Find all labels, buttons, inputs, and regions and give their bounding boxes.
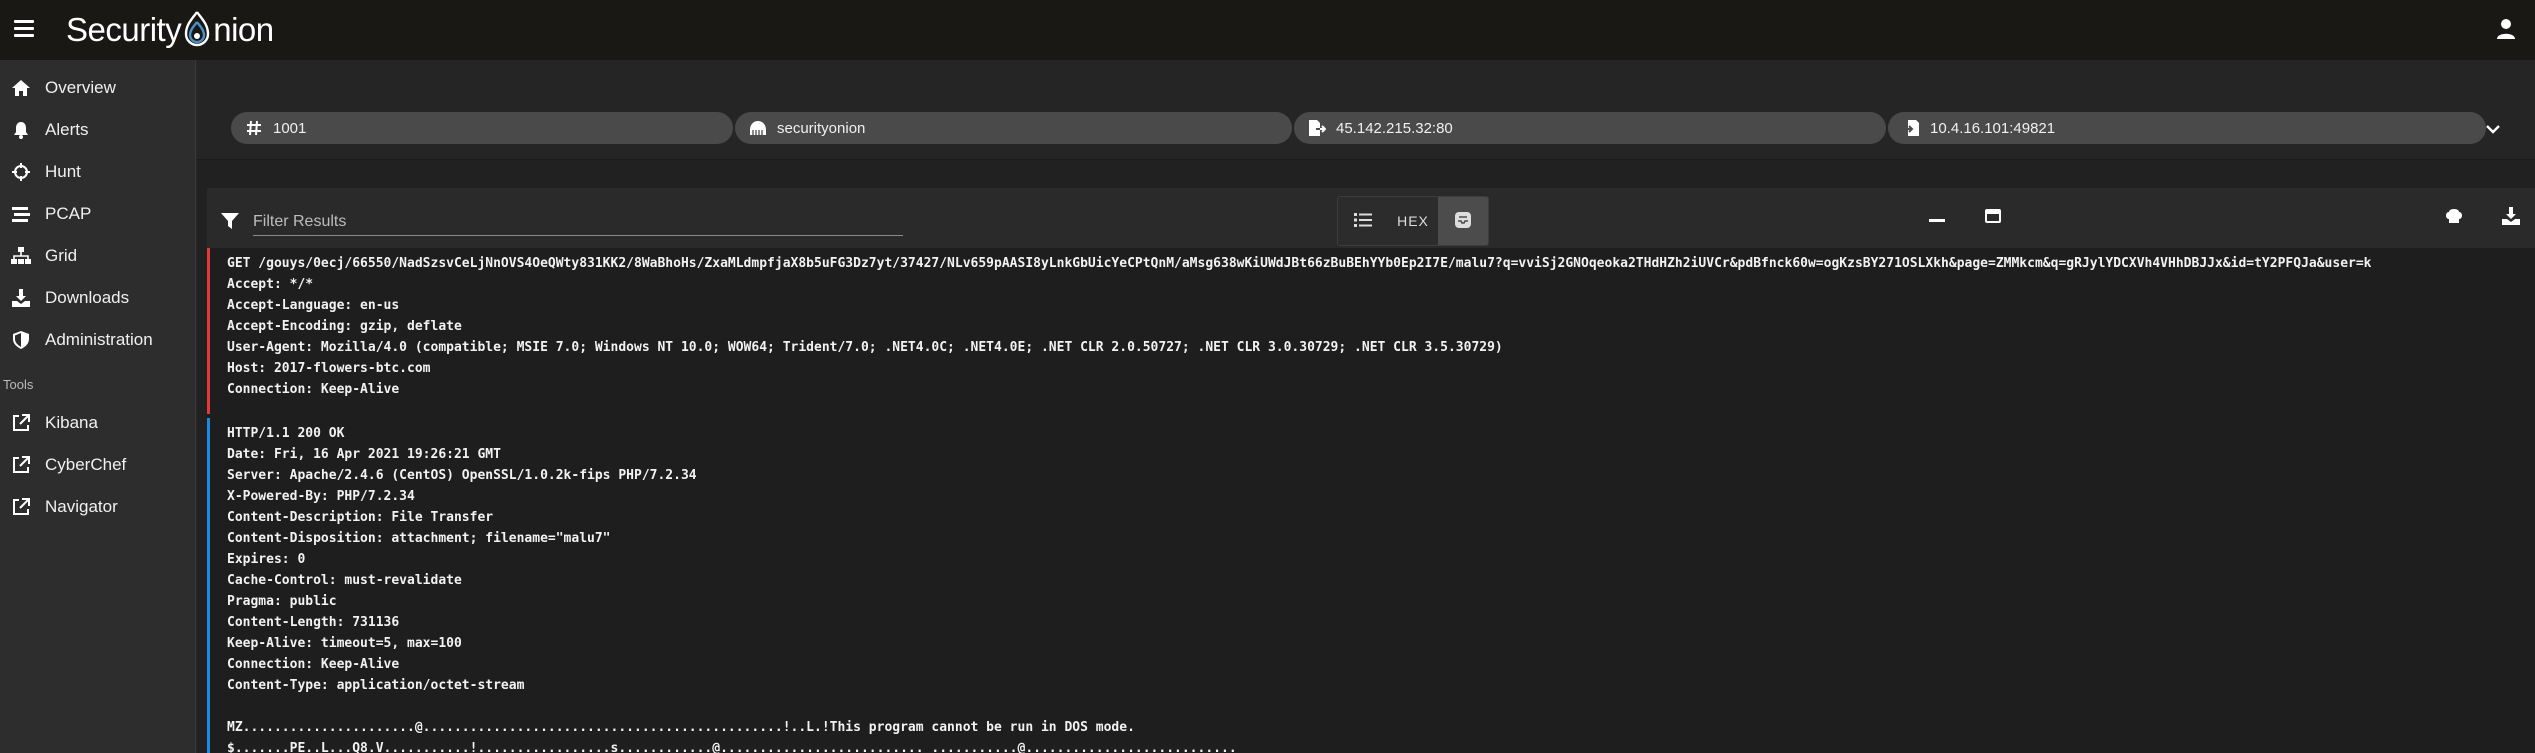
external-link-icon	[10, 454, 32, 476]
pcap-toolbar: HEX	[207, 188, 2535, 248]
sidebar-item-navigator[interactable]: Navigator	[0, 486, 195, 528]
server-stream-line	[227, 696, 1237, 717]
job-header: 1001 securityonion 45.142.215.32:80 10.4…	[197, 60, 2535, 160]
logo-text-onion: nion	[213, 11, 274, 48]
client-stream-block: GET /gouys/0ecj/66550/NadSzsvCeLjNnOVS4O…	[207, 248, 2372, 414]
job-id-chip[interactable]: 1001	[231, 112, 733, 144]
hex-view-button[interactable]: HEX	[1388, 197, 1438, 245]
client-stream-line: User-Agent: Mozilla/4.0 (compatible; MSI…	[227, 340, 1503, 355]
chevron-down-icon[interactable]	[2484, 120, 2502, 138]
download-pcap-button[interactable]	[2497, 204, 2525, 232]
filter-icon	[221, 212, 239, 230]
job-id-value: 1001	[273, 119, 307, 137]
chef-hat-icon	[2445, 207, 2463, 230]
sidebar-item-alerts[interactable]: Alerts	[0, 109, 195, 151]
server-stream-line: Expires: 0	[227, 552, 306, 567]
client-stream-line: Host: 2017-flowers-btc.com	[227, 361, 431, 376]
server-stream-block: HTTP/1.1 200 OK Date: Fri, 16 Apr 2021 19…	[207, 418, 1237, 753]
sidebar-item-cyberchef[interactable]: CyberChef	[0, 444, 195, 486]
sidebar-item-hunt[interactable]: Hunt	[0, 151, 195, 193]
sidebar-item-label: Hunt	[45, 162, 81, 181]
expand-button[interactable]	[1979, 204, 2007, 232]
sidebar: Overview Alerts Hunt PCAP Grid Downloads	[0, 60, 196, 753]
server-stream-line: Connection: Keep-Alive	[227, 657, 400, 672]
home-icon	[10, 77, 32, 99]
window-minimize-icon	[1928, 207, 1946, 230]
inbox-icon	[1454, 211, 1472, 232]
client-stream-line: Accept-Language: en-us	[227, 298, 400, 313]
menu-icon[interactable]	[14, 20, 34, 38]
download-icon	[2502, 206, 2520, 230]
collapse-button[interactable]	[1923, 204, 1951, 232]
app-bar: Security nion	[0, 0, 2535, 60]
cyberchef-button[interactable]	[2440, 204, 2468, 232]
sidebar-item-kibana[interactable]: Kibana	[0, 402, 195, 444]
sensor-chip[interactable]: securityonion	[735, 112, 1292, 144]
sidebar-item-downloads[interactable]: Downloads	[0, 277, 195, 319]
sidebar-item-overview[interactable]: Overview	[0, 67, 195, 109]
server-stream-line: Keep-Alive: timeout=5, max=100	[227, 636, 462, 651]
sidebar-item-administration[interactable]: Administration	[0, 319, 195, 361]
server-stream-line: Server: Apache/2.4.6 (CentOS) OpenSSL/1.…	[227, 468, 697, 483]
main-content: 1001 securityonion 45.142.215.32:80 10.4…	[197, 60, 2535, 753]
sidebar-item-pcap[interactable]: PCAP	[0, 193, 195, 235]
sidebar-item-label: CyberChef	[45, 455, 127, 474]
server-stream-line: $.......PE..L...Q8.V...........!........…	[227, 741, 1237, 753]
sidebar-item-label: Downloads	[45, 288, 130, 307]
list-icon	[1354, 212, 1372, 230]
server-stream-line: HTTP/1.1 200 OK	[227, 426, 345, 441]
destination-value: 10.4.16.101:49821	[1930, 119, 2056, 137]
source-value: 45.142.215.32:80	[1336, 119, 1453, 137]
server-stream-line: Content-Length: 731136	[227, 615, 400, 630]
onion-logo-icon	[182, 8, 212, 52]
client-stream-line: Accept: */*	[227, 277, 314, 292]
external-link-icon	[10, 496, 32, 518]
source-chip[interactable]: 45.142.215.32:80	[1294, 112, 1886, 144]
view-mode-group: HEX	[1337, 196, 1489, 246]
server-stream-line: MZ......................@...............…	[227, 720, 1135, 735]
account-icon[interactable]	[2495, 18, 2517, 40]
tools-subheader: Tools	[3, 377, 34, 392]
client-stream-line: GET /gouys/0ecj/66550/NadSzsvCeLjNnOVS4O…	[227, 256, 2372, 271]
bell-icon	[10, 119, 32, 141]
crosshairs-icon	[10, 161, 32, 183]
sidebar-item-label: Kibana	[45, 413, 98, 432]
hashtag-icon	[245, 119, 263, 137]
sensor-value: securityonion	[777, 119, 866, 137]
sidebar-item-label: PCAP	[45, 204, 92, 223]
sitemap-icon	[10, 245, 32, 267]
shield-icon	[10, 329, 32, 351]
destination-chip[interactable]: 10.4.16.101:49821	[1888, 112, 2486, 144]
client-stream-line: Accept-Encoding: gzip, deflate	[227, 319, 462, 334]
sidebar-item-label: Navigator	[45, 497, 118, 516]
stream-icon	[10, 203, 32, 225]
sidebar-item-grid[interactable]: Grid	[0, 235, 195, 277]
sidebar-item-label: Grid	[45, 246, 78, 265]
server-stream-line: Content-Disposition: attachment; filenam…	[227, 531, 611, 546]
stream-transcript: GET /gouys/0ecj/66550/NadSzsvCeLjNnOVS4O…	[207, 248, 2535, 753]
file-import-icon	[1902, 119, 1920, 137]
pcap-panel: HEX	[207, 188, 2535, 753]
download-icon	[10, 287, 32, 309]
file-export-icon	[1308, 119, 1326, 137]
server-rack-icon	[749, 119, 767, 137]
client-stream-line: Connection: Keep-Alive	[227, 382, 400, 397]
server-stream-line: Cache-Control: must-revalidate	[227, 573, 462, 588]
logo-text-security: Security	[66, 11, 182, 48]
security-onion-logo[interactable]: Security nion	[66, 6, 274, 54]
external-link-icon	[10, 412, 32, 434]
sidebar-item-label: Alerts	[45, 120, 89, 139]
raw-view-button[interactable]	[1438, 197, 1488, 245]
server-stream-line: Content-Type: application/octet-stream	[227, 678, 525, 693]
sidebar-item-label: Overview	[45, 78, 116, 97]
window-maximize-icon	[1984, 208, 2002, 229]
filter-results-input[interactable]	[253, 202, 903, 236]
sidebar-item-label: Administration	[45, 330, 153, 349]
server-stream-line: Content-Description: File Transfer	[227, 510, 494, 525]
server-stream-line: X-Powered-By: PHP/7.2.34	[227, 489, 415, 504]
server-stream-line: Date: Fri, 16 Apr 2021 19:26:21 GMT	[227, 447, 501, 462]
list-view-button[interactable]	[1338, 197, 1388, 245]
server-stream-line: Pragma: public	[227, 594, 337, 609]
